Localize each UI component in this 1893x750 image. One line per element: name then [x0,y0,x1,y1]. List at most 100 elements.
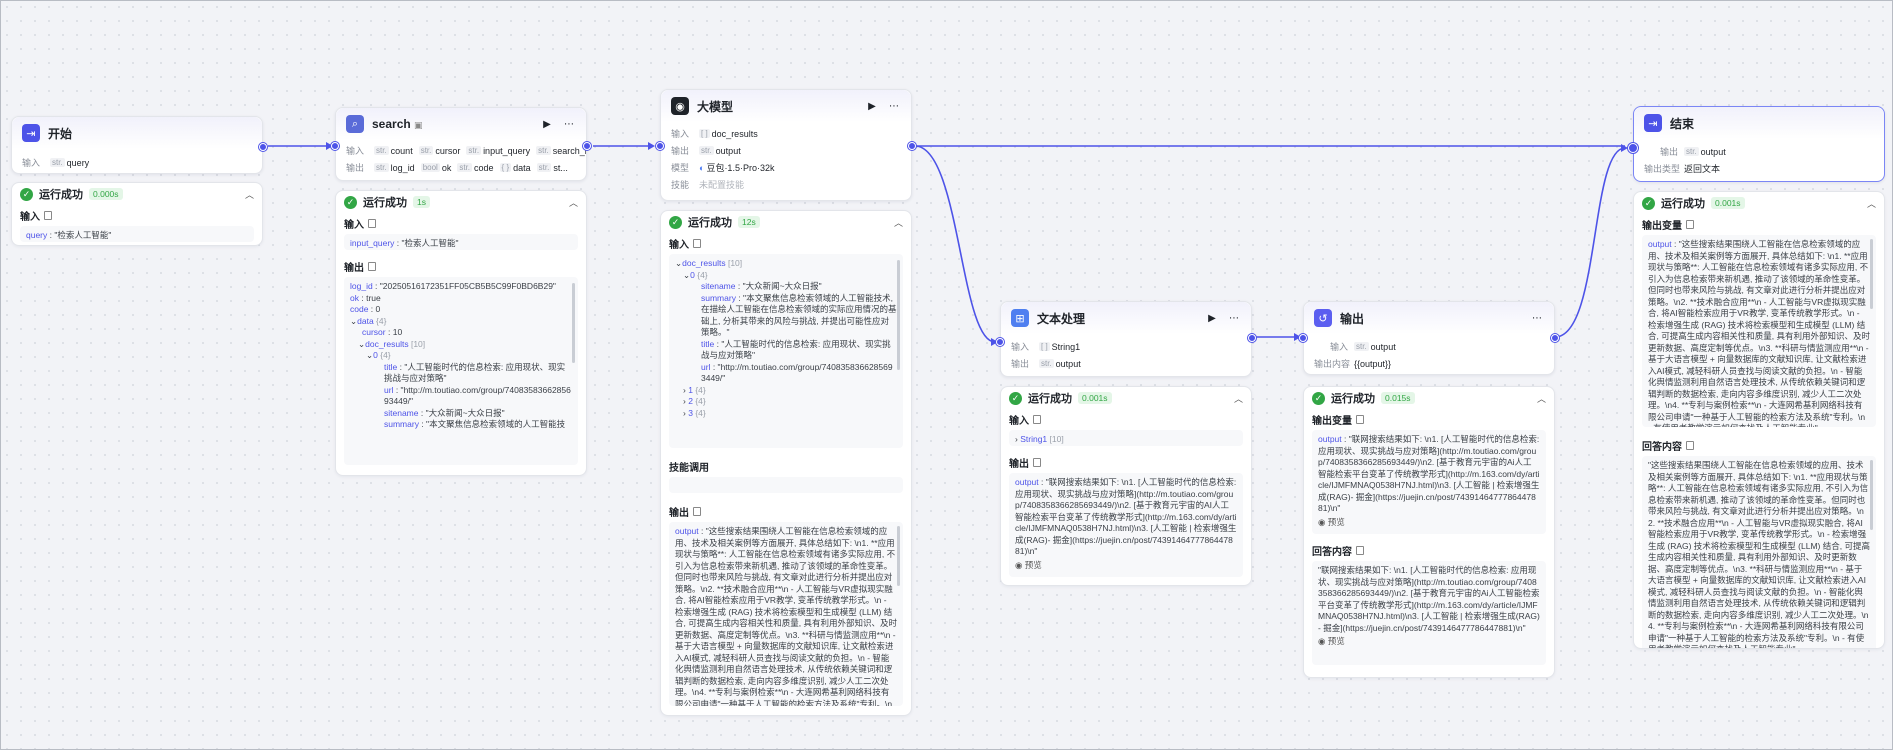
output-input-param: str. output [1354,341,1396,352]
section-output-var-label: 输出变量 [1312,416,1352,427]
start-arrow-icon: ⇥ [22,124,40,142]
copy-icon[interactable] [368,219,376,228]
chevron-right-icon: › [683,396,686,406]
llm-output-label: 输出 [671,146,690,156]
chevron-up-icon[interactable]: ︿ [1234,392,1243,405]
search-node[interactable]: ⌕ search ▣ ▶ ⋯ 输入 str. count str. cursor s… [331,107,591,181]
llm-input-tree: ⌄doc_results [10] ⌄0 {4} sitename : "大众新… [669,254,903,448]
search-run-panel: ✓ 运行成功 1s ︿ 输入 input_query : "检索人工智能" 输出… [335,190,587,476]
llm-model-label: 模型 [671,163,690,173]
copy-icon[interactable] [1356,415,1364,424]
play-icon[interactable]: ▶ [865,99,879,113]
end-run-panel: ✓ 运行成功 0.001s ︿ 输出变量 output : "这些搜索结果围绕人… [1633,191,1885,649]
search-input-value: input_query : "检索人工智能" [344,234,578,250]
preview-button[interactable]: ◉ 预览 [1318,634,1540,648]
workflow-edges [268,142,1628,346]
more-icon[interactable]: ⋯ [1530,311,1544,325]
copy-icon[interactable] [44,211,52,220]
play-icon[interactable]: ▶ [540,117,554,131]
chevron-up-icon[interactable]: ︿ [894,216,903,229]
play-icon[interactable]: ▶ [1205,311,1219,325]
chevron-up-icon[interactable]: ︿ [1867,197,1876,210]
run-duration: 1s [413,196,430,208]
canvas-frame [0,0,1893,750]
chevron-right-icon: › [683,407,686,418]
more-icon[interactable]: ⋯ [562,117,576,131]
output-var-value: output : "联网搜索结果如下: \n1. [人工智能时代的信息检索: 应… [1312,430,1546,534]
run-duration: 0.001s [1078,392,1112,404]
llm-in-port[interactable] [656,142,664,150]
preview-button[interactable]: ◉ 预览 [1318,515,1540,529]
scrollbar[interactable] [572,283,575,363]
start-node[interactable]: ⇥ 开始 输入 str. query [11,116,267,174]
success-check-icon: ✓ [1312,391,1325,405]
start-input-value: query : "检索人工智能" [20,226,254,242]
text-input-param: [ ] String1 [1039,341,1081,352]
output-answer-value: "联网搜索结果如下: \n1. [人工智能时代的信息检索: 应用现状、现实挑战与… [1312,561,1546,665]
scrollbar[interactable] [897,526,900,586]
search-output-data: { } data [499,162,531,173]
search-output-more: str. st... [536,162,568,173]
search-out-port[interactable] [583,142,591,150]
text-output-label: 输出 [1011,359,1030,369]
search-output-label: 输出 [346,163,365,173]
end-answer-value: "这些搜索结果围绕人工智能在信息检索领域的应用、技术及相关案例等方面展开, 具体… [1642,456,1876,648]
copy-icon[interactable] [368,262,376,271]
start-node-title: 开始 [48,126,73,141]
llm-output-value: output : "这些搜索结果围绕人工智能在信息检索领域的应用、技术及相关案例… [669,522,903,706]
llm-run-panel: ✓ 运行成功 12s ︿ 输入 ⌄doc_results [10] ⌄0 {4}… [660,210,912,716]
chevron-right-icon: › [683,384,686,395]
text-input-label: 输入 [1011,342,1030,352]
output-in-port[interactable] [1299,334,1307,342]
more-icon[interactable]: ⋯ [887,99,901,113]
success-check-icon: ✓ [344,195,357,209]
copy-icon[interactable] [693,239,701,248]
scrollbar[interactable] [1870,239,1873,309]
end-node[interactable]: ⇥ 结束 输出 str. output 输出类型 返回文本 [1628,106,1885,182]
chevron-up-icon[interactable]: ︿ [1537,392,1546,405]
run-status: 运行成功 [363,197,407,209]
copy-icon[interactable] [1356,546,1364,555]
search-node-title: search ▣ [372,117,423,131]
copy-icon[interactable] [1686,220,1694,229]
run-duration: 0.000s [89,188,123,200]
text-process-node[interactable]: ⊞ 文本处理 ▶ ⋯ 输入 [ ] String1 输出 str. output [996,301,1256,377]
end-output-type-value: 返回文本 [1684,164,1721,174]
copy-icon[interactable] [1686,441,1694,450]
copy-icon[interactable] [1033,415,1041,424]
copy-icon[interactable] [1033,458,1041,467]
run-duration: 0.015s [1381,392,1415,404]
output-node-title: 输出 [1340,311,1365,326]
preview-button[interactable]: ◉ 预览 [1015,558,1237,572]
chevron-up-icon[interactable]: ︿ [245,188,254,201]
start-out-port[interactable] [259,143,267,151]
scrollbar[interactable] [1870,460,1873,530]
output-run-panel: ✓ 运行成功 0.015s ︿ 输出变量 output : "联网搜索结果如下:… [1303,386,1555,678]
section-output-label: 输出 [669,508,689,519]
chevron-up-icon[interactable]: ︿ [569,196,578,209]
section-output-label: 输出 [344,263,364,274]
section-input-label: 输入 [20,212,40,223]
run-status: 运行成功 [1661,198,1705,210]
section-input-label: 输入 [344,220,364,231]
copy-icon[interactable] [693,507,701,516]
search-input-search-id: str.search_id [536,145,586,156]
section-answer-label: 回答内容 [1312,547,1352,558]
llm-skills-value: 未配置技能 [699,180,745,190]
text-input-value: › String1 [10] [1009,430,1243,446]
search-input-query: str. input_query [466,145,531,156]
end-output-param: str. output [1684,146,1726,157]
llm-model-icon: ◉ [671,97,689,115]
scrollbar[interactable] [897,260,900,370]
llm-out-port[interactable] [908,142,916,150]
search-in-port[interactable] [331,142,339,150]
more-icon[interactable]: ⋯ [1227,311,1241,325]
llm-node-title: 大模型 [697,99,734,114]
output-node[interactable]: ↺ 输出 ⋯ 输入 str. output 输出内容 {{output}} [1299,301,1559,375]
end-in-port[interactable] [1628,143,1638,153]
output-message-icon: ↺ [1314,309,1332,327]
text-in-port[interactable] [996,338,1004,346]
llm-node[interactable]: ◉ 大模型 ▶ ⋯ 输入 [ ] doc_results 输出 str. outpu… [656,89,916,201]
output-out-port[interactable] [1551,334,1559,342]
text-out-port[interactable] [1248,334,1256,342]
